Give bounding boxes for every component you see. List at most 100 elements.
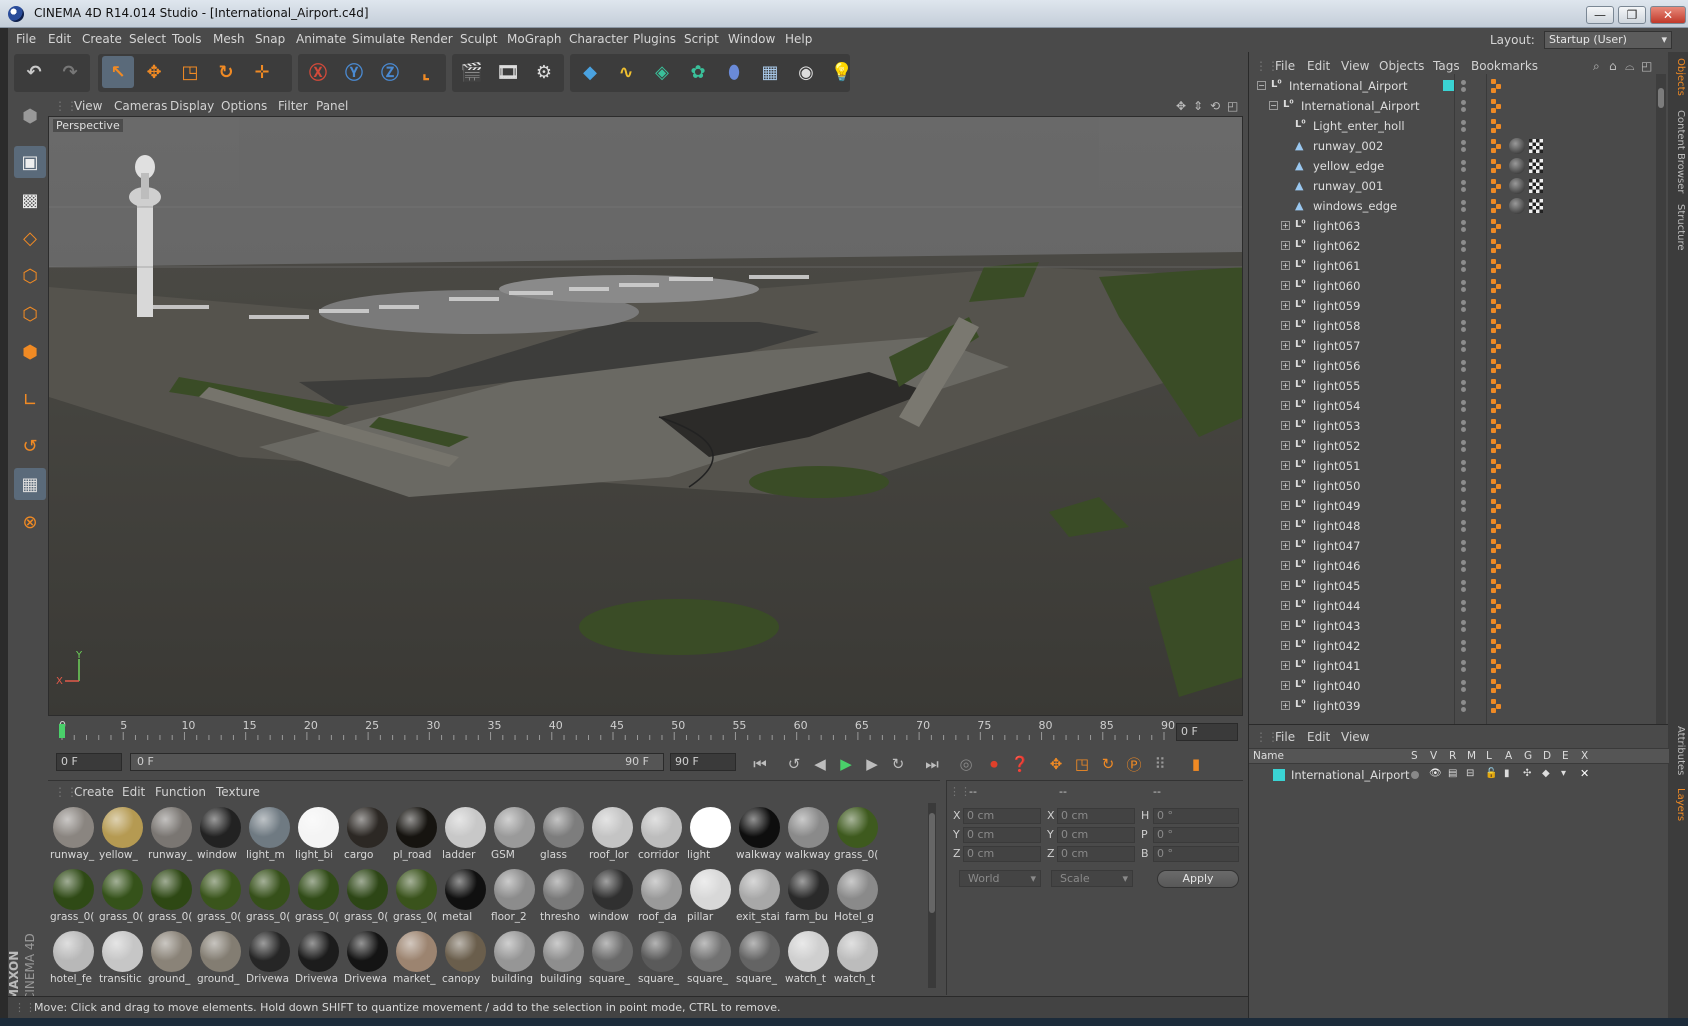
uvw-tag-icon[interactable] bbox=[1529, 139, 1543, 153]
object-name[interactable]: International_Airport bbox=[1289, 79, 1408, 93]
om-menu-edit[interactable]: Edit bbox=[1307, 59, 1330, 73]
magnet-snap-icon[interactable]: ↺ bbox=[14, 430, 46, 462]
pos-z-field[interactable]: 0 cm bbox=[963, 846, 1041, 862]
phong-tag-icon[interactable] bbox=[1491, 339, 1503, 353]
visibility-dots[interactable] bbox=[1459, 380, 1469, 392]
object-scrollbar[interactable] bbox=[1656, 74, 1666, 724]
key-parameter-icon[interactable]: Ⓟ bbox=[1122, 753, 1146, 775]
visibility-dots[interactable] bbox=[1459, 480, 1469, 492]
phong-tag-icon[interactable] bbox=[1491, 379, 1503, 393]
axis-mode-icon[interactable]: ∟ bbox=[14, 384, 46, 416]
material-swatch[interactable]: canopy bbox=[442, 929, 489, 987]
material-swatch[interactable]: ground_ bbox=[148, 929, 195, 987]
expand-icon[interactable]: + bbox=[1281, 501, 1290, 510]
key-pla-icon[interactable]: ⠿ bbox=[1148, 753, 1172, 775]
visibility-dots[interactable] bbox=[1459, 500, 1469, 512]
visibility-dots[interactable] bbox=[1459, 640, 1469, 652]
polygons-mode-icon[interactable]: ⬢ bbox=[14, 336, 46, 368]
visibility-dots[interactable] bbox=[1459, 520, 1469, 532]
workplane-lock-icon[interactable]: ▦ bbox=[14, 468, 46, 500]
object-row[interactable]: + L⁰ light058 bbox=[1249, 316, 1654, 336]
object-row[interactable]: L⁰ Light_enter_holl bbox=[1249, 116, 1654, 136]
expand-icon[interactable]: + bbox=[1281, 581, 1290, 590]
material-swatch[interactable]: window bbox=[589, 867, 636, 925]
solo-toggle-icon[interactable] bbox=[1411, 771, 1419, 779]
layer-color-swatch[interactable] bbox=[1273, 769, 1285, 781]
timeline-ruler[interactable]: 051015202530354045505560657075808590 0 F bbox=[48, 718, 1243, 744]
collapse-icon[interactable]: − bbox=[1269, 101, 1278, 110]
material-tag-icon[interactable] bbox=[1509, 158, 1525, 174]
phong-tag-icon[interactable] bbox=[1491, 299, 1503, 313]
object-name[interactable]: light046 bbox=[1313, 559, 1360, 573]
minimize-button[interactable]: — bbox=[1586, 6, 1614, 24]
material-swatch[interactable]: grass_0( bbox=[295, 867, 342, 925]
vp-menu-panel[interactable]: Panel bbox=[316, 99, 348, 113]
make-editable-icon[interactable]: ⬢ bbox=[14, 100, 46, 132]
size-mode-dropdown[interactable]: Scale ▾ bbox=[1051, 870, 1133, 887]
object-row[interactable]: + L⁰ light061 bbox=[1249, 256, 1654, 276]
object-row[interactable]: + L⁰ light062 bbox=[1249, 236, 1654, 256]
phong-tag-icon[interactable] bbox=[1491, 279, 1503, 293]
material-swatch[interactable]: floor_2 bbox=[491, 867, 538, 925]
size-x-field[interactable]: 0 cm bbox=[1057, 808, 1135, 824]
object-row[interactable]: + L⁰ light059 bbox=[1249, 296, 1654, 316]
expand-icon[interactable]: + bbox=[1281, 441, 1290, 450]
phong-tag-icon[interactable] bbox=[1491, 419, 1503, 433]
material-tag-icon[interactable] bbox=[1509, 198, 1525, 214]
material-swatch[interactable]: watch_t bbox=[785, 929, 832, 987]
redo-icon[interactable]: ↷ bbox=[54, 56, 86, 88]
visibility-dots[interactable] bbox=[1459, 420, 1469, 432]
menu-window[interactable]: Window bbox=[728, 32, 775, 46]
size-y-field[interactable]: 0 cm bbox=[1057, 827, 1135, 843]
material-swatch[interactable]: grass_0( bbox=[50, 867, 97, 925]
visibility-dots[interactable] bbox=[1459, 280, 1469, 292]
phong-tag-icon[interactable] bbox=[1491, 359, 1503, 373]
uvw-tag-icon[interactable] bbox=[1529, 179, 1543, 193]
visibility-dots[interactable] bbox=[1459, 400, 1469, 412]
spline-icon[interactable]: ∿ bbox=[610, 56, 642, 88]
object-row[interactable]: + L⁰ light040 bbox=[1249, 676, 1654, 696]
undo-icon[interactable]: ↶ bbox=[18, 56, 50, 88]
playhead[interactable] bbox=[59, 724, 65, 738]
coordinate-mode-dropdown[interactable]: World ▾ bbox=[959, 870, 1041, 887]
scheme-icon[interactable]: ▮ bbox=[1184, 753, 1208, 775]
pos-x-field[interactable]: 0 cm bbox=[963, 808, 1041, 824]
material-swatch[interactable]: runway_ bbox=[50, 805, 97, 863]
xref-toggle-icon[interactable]: ✕ bbox=[1580, 767, 1589, 780]
animation-toggle-icon[interactable]: ▮ bbox=[1504, 768, 1510, 779]
object-name[interactable]: light041 bbox=[1313, 659, 1360, 673]
material-swatch[interactable]: square_ bbox=[589, 929, 636, 987]
go-to-end-icon[interactable]: ⏭ bbox=[920, 753, 944, 775]
material-swatch[interactable]: building bbox=[540, 929, 587, 987]
coordinate-system-icon[interactable]: ⌞ bbox=[410, 56, 442, 88]
menu-select[interactable]: Select bbox=[129, 32, 166, 46]
visibility-dots[interactable] bbox=[1459, 320, 1469, 332]
visibility-dots[interactable] bbox=[1459, 220, 1469, 232]
key-scale-icon[interactable]: ◳ bbox=[1070, 753, 1094, 775]
visibility-dots[interactable] bbox=[1459, 160, 1469, 172]
phong-tag-icon[interactable] bbox=[1491, 619, 1503, 633]
next-frame-icon[interactable]: ▶ bbox=[860, 753, 884, 775]
scale-icon[interactable]: ◳ bbox=[174, 56, 206, 88]
object-row[interactable]: + L⁰ light054 bbox=[1249, 396, 1654, 416]
material-swatch[interactable]: Drivewa bbox=[295, 929, 342, 987]
expand-icon[interactable]: + bbox=[1281, 221, 1290, 230]
tab-structure[interactable]: Structure bbox=[1670, 204, 1686, 251]
perspective-viewport[interactable]: Perspective Y X bbox=[48, 116, 1243, 716]
texture-mode-icon[interactable]: ▩ bbox=[14, 184, 46, 216]
vp-menu-options[interactable]: Options bbox=[221, 99, 267, 113]
nurbs-icon[interactable]: ◈ bbox=[646, 56, 678, 88]
object-name[interactable]: light045 bbox=[1313, 579, 1360, 593]
material-swatch[interactable]: square_ bbox=[638, 929, 685, 987]
object-row[interactable]: + L⁰ light048 bbox=[1249, 516, 1654, 536]
expand-icon[interactable]: + bbox=[1281, 301, 1290, 310]
phong-tag-icon[interactable] bbox=[1491, 579, 1503, 593]
tab-attributes[interactable]: Attributes bbox=[1670, 726, 1686, 775]
uvw-tag-icon[interactable] bbox=[1529, 199, 1543, 213]
mat-menu-edit[interactable]: Edit bbox=[122, 785, 145, 799]
lock-icon[interactable]: 🔓 bbox=[1485, 768, 1497, 779]
menu-help[interactable]: Help bbox=[785, 32, 812, 46]
vp-menu-display[interactable]: Display bbox=[170, 99, 214, 113]
render-settings-icon[interactable]: ⚙ bbox=[528, 56, 560, 88]
layer-row[interactable]: International_Airport 👁 ▤ ⊟ 🔓 ▮ ✣ ◆ ▾ ✕ bbox=[1249, 766, 1669, 784]
